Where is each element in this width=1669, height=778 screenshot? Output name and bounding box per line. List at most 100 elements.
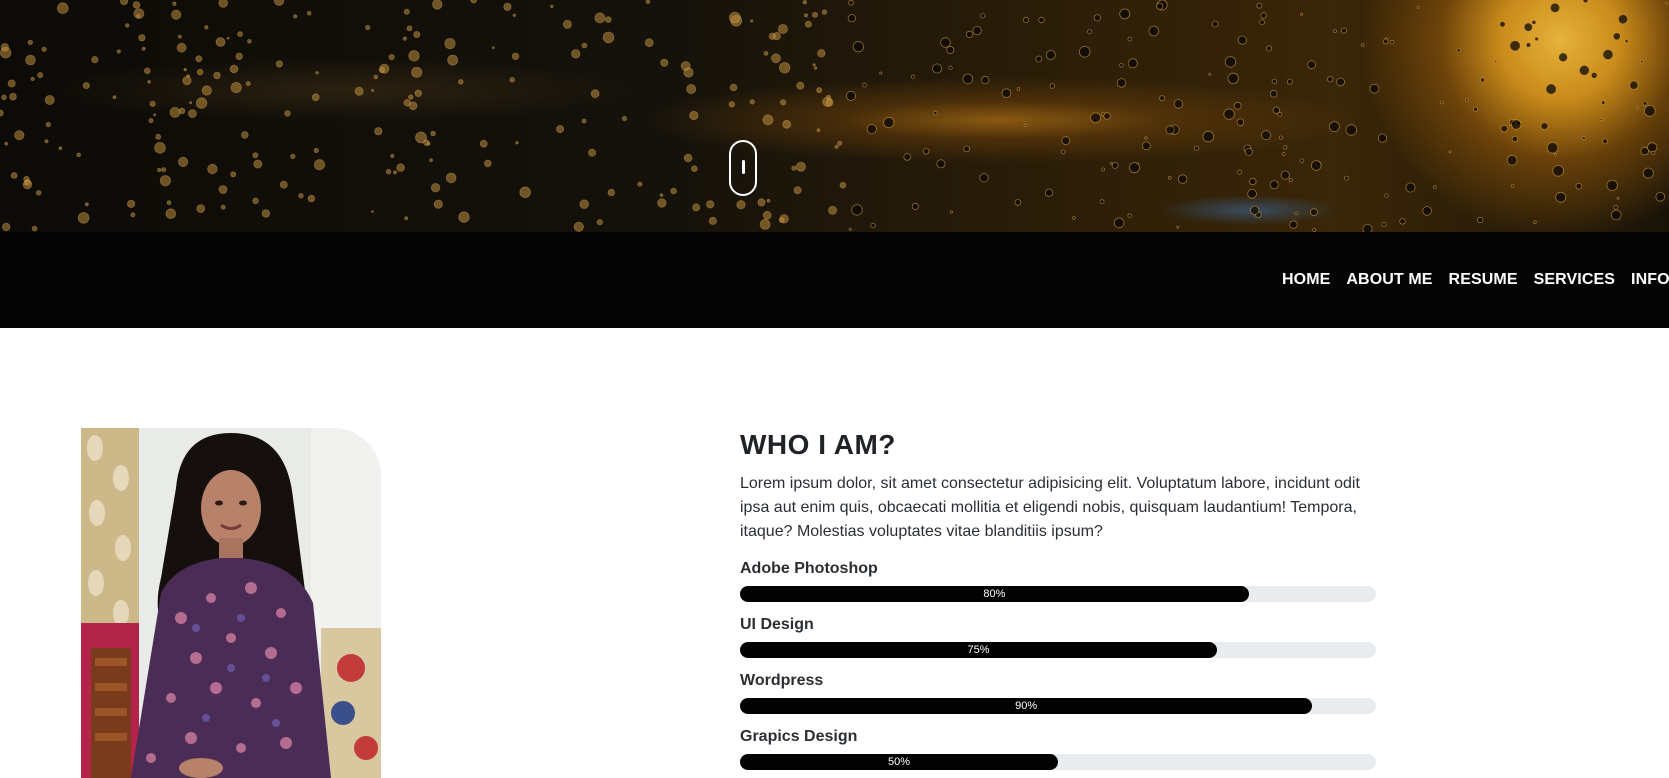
water-drop: [1582, 0, 1589, 4]
nav-item-about-me[interactable]: ABOUT ME: [1346, 271, 1432, 289]
nav-item-resume[interactable]: RESUME: [1449, 271, 1518, 289]
water-drop: [1127, 36, 1133, 42]
water-drop: [1545, 83, 1557, 95]
navbar: HOME ABOUT ME RESUME SERVICES INFORM: [0, 232, 1669, 328]
water-drop: [946, 46, 955, 55]
water-drop: [1510, 119, 1522, 130]
water-drop: [1259, 19, 1265, 26]
skill-progress-bar: 75%: [740, 642, 1217, 658]
water-drop: [273, 0, 285, 6]
skill-item: UI Design 75%: [740, 614, 1380, 658]
water-drop: [378, 66, 385, 74]
water-drop: [172, 1, 177, 6]
water-drop: [1111, 161, 1119, 169]
water-drop: [728, 11, 741, 24]
water-drop: [1237, 169, 1242, 175]
water-drop: [1336, 77, 1345, 87]
water-drop: [207, 163, 218, 175]
water-drop: [812, 63, 816, 67]
water-drop: [932, 63, 943, 74]
water-drop: [1382, 38, 1389, 45]
water-drop: [847, 14, 856, 23]
water-drop: [1525, 42, 1532, 48]
water-drop: [1422, 206, 1432, 216]
skill-name: Grapics Design: [740, 728, 858, 745]
scroll-down-mouse-icon[interactable]: [729, 140, 757, 196]
water-drop: [1116, 78, 1127, 88]
water-drop: [1299, 158, 1305, 164]
water-drop: [816, 128, 821, 133]
water-drop: [201, 85, 212, 96]
about-description: Lorem ipsum dolor, sit amet consectetur …: [740, 475, 1360, 540]
water-drop: [458, 211, 470, 223]
water-drop: [1261, 130, 1271, 141]
water-drop: [1, 94, 7, 101]
water-drop: [1286, 78, 1293, 85]
water-drop: [980, 13, 986, 19]
water-drop: [686, 84, 697, 95]
skill-name: Wordpress: [740, 672, 824, 689]
water-drop: [779, 62, 791, 74]
water-drop: [825, 98, 834, 107]
water-drop: [1300, 12, 1304, 16]
water-drop: [31, 225, 38, 232]
water-drop: [1531, 19, 1537, 25]
skill-item: Wordpress 90%: [740, 670, 1380, 714]
water-drop: [153, 113, 157, 117]
water-drop: [144, 67, 151, 75]
water-drop: [763, 51, 769, 56]
water-drop: [127, 199, 136, 208]
water-drop: [762, 114, 774, 126]
water-drop: [1606, 179, 1618, 191]
water-drop: [519, 186, 531, 199]
water-drop: [165, 208, 177, 220]
water-drop: [45, 121, 51, 128]
water-drop: [813, 66, 818, 70]
water-drop: [708, 216, 717, 225]
scroll-wheel-icon: [742, 160, 745, 174]
nav-item-inform[interactable]: INFORM: [1631, 271, 1669, 289]
skill-name: UI Design: [740, 616, 814, 633]
water-drop: [241, 131, 249, 139]
water-drop: [1, 222, 11, 232]
water-drop: [1127, 58, 1138, 69]
nav-item-services[interactable]: SERVICES: [1534, 271, 1615, 289]
water-drop: [571, 49, 581, 59]
water-drop: [596, 219, 603, 226]
water-drop: [204, 25, 209, 30]
water-drop: [879, 71, 883, 75]
water-drop: [0, 47, 12, 59]
water-drop: [644, 38, 654, 48]
water-drop: [1288, 178, 1293, 183]
water-drop: [195, 97, 208, 109]
nav-item-home[interactable]: HOME: [1282, 271, 1330, 289]
water-drop: [279, 180, 288, 189]
water-drop: [1613, 204, 1619, 210]
water-drop: [371, 210, 374, 213]
water-drop: [692, 203, 701, 212]
water-drop: [413, 30, 421, 38]
water-drop: [1223, 108, 1235, 120]
water-drop: [1035, 55, 1043, 63]
nav-links: HOME ABOUT ME RESUME SERVICES INFORM: [1266, 232, 1669, 328]
water-drop: [408, 101, 418, 111]
water-drop: [1610, 209, 1622, 221]
water-drop: [1377, 133, 1388, 143]
water-drop: [1119, 8, 1131, 20]
water-drop: [306, 11, 312, 16]
water-drop: [604, 16, 612, 23]
water-drop: [1103, 112, 1111, 120]
water-drop: [1602, 138, 1608, 145]
water-drop: [588, 148, 597, 157]
water-drop: [1399, 218, 1406, 225]
water-drop: [1269, 89, 1278, 98]
water-drop: [963, 145, 970, 153]
water-drop: [313, 159, 326, 171]
water-drop: [826, 94, 831, 100]
water-drop: [432, 0, 443, 10]
water-drop: [1310, 208, 1318, 217]
water-drop: [1045, 50, 1056, 60]
water-drop: [503, 2, 512, 11]
water-drop: [1416, 5, 1420, 9]
water-drop: [293, 14, 298, 19]
